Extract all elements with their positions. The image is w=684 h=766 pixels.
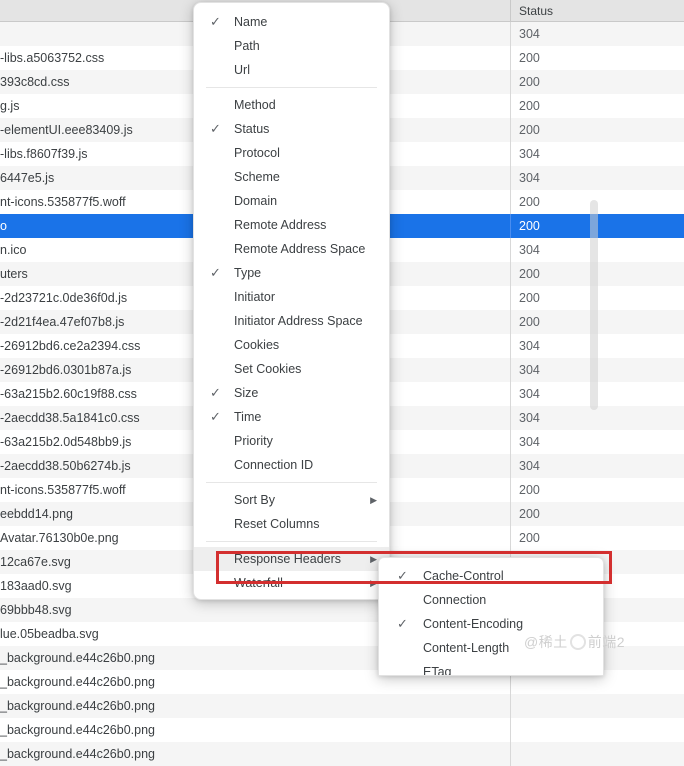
check-icon: ✓ — [397, 568, 408, 583]
cell-status: 200 — [510, 502, 684, 526]
menu-item-remote-address[interactable]: Remote Address — [194, 213, 389, 237]
cell-status: 200 — [510, 526, 684, 550]
submenu-item-connection[interactable]: Connection — [379, 588, 603, 612]
menu-item-priority[interactable]: Priority — [194, 429, 389, 453]
cell-status — [510, 742, 684, 766]
submenu-item-content-encoding[interactable]: ✓ Content-Encoding — [379, 612, 603, 636]
menu-item-label: Initiator — [234, 290, 275, 304]
cell-status — [510, 694, 684, 718]
menu-item-label: Sort By — [234, 493, 275, 507]
menu-separator — [206, 541, 377, 542]
cell-status: 304 — [510, 142, 684, 166]
check-icon: ✓ — [397, 616, 408, 631]
menu-item-initiator[interactable]: Initiator — [194, 285, 389, 309]
menu-item-label: Connection ID — [234, 458, 314, 472]
column-header-status[interactable]: Status — [510, 0, 684, 22]
cell-status — [510, 718, 684, 742]
cell-status: 304 — [510, 454, 684, 478]
cell-status: 304 — [510, 166, 684, 190]
menu-item-initiator-address-space[interactable]: Initiator Address Space — [194, 309, 389, 333]
submenu-item-cache-control[interactable]: ✓ Cache-Control — [379, 564, 603, 588]
menu-item-label: Domain — [234, 194, 278, 208]
table-row[interactable]: _background.e44c26b0.png — [0, 718, 684, 742]
cell-name: _background.e44c26b0.png — [0, 723, 155, 737]
cell-status: 200 — [510, 118, 684, 142]
cell-status: 200 — [510, 478, 684, 502]
submenu-item-label: Content-Encoding — [423, 617, 524, 631]
submenu-item-etag[interactable]: ETag — [379, 660, 603, 676]
menu-item-time[interactable]: ✓ Time — [194, 405, 389, 429]
menu-item-label: Reset Columns — [234, 517, 320, 531]
menu-item-label: Url — [234, 63, 250, 77]
menu-item-label: Remote Address Space — [234, 242, 366, 256]
check-icon: ✓ — [210, 409, 221, 424]
cell-status: 200 — [510, 46, 684, 70]
submenu-item-label: Cache-Control — [423, 569, 504, 583]
menu-item-response-headers[interactable]: Response Headers ▶ — [194, 547, 389, 571]
submenu-item-label: Connection — [423, 593, 487, 607]
menu-item-connection-id[interactable]: Connection ID — [194, 453, 389, 477]
cell-status: 304 — [510, 430, 684, 454]
menu-item-method[interactable]: Method — [194, 93, 389, 117]
menu-separator — [206, 87, 377, 88]
check-icon: ✓ — [210, 121, 221, 136]
menu-item-waterfall[interactable]: Waterfall ▶ — [194, 571, 389, 595]
check-icon: ✓ — [210, 385, 221, 400]
scrollbar-thumb[interactable] — [590, 200, 598, 410]
menu-item-label: Scheme — [234, 170, 280, 184]
menu-item-size[interactable]: ✓ Size — [194, 381, 389, 405]
chevron-right-icon: ▶ — [370, 495, 377, 505]
menu-item-label: Set Cookies — [234, 362, 302, 376]
cell-status: 200 — [510, 70, 684, 94]
menu-item-status[interactable]: ✓ Status — [194, 117, 389, 141]
menu-item-path[interactable]: Path — [194, 34, 389, 58]
menu-item-label: Initiator Address Space — [234, 314, 363, 328]
menu-item-sort-by[interactable]: Sort By ▶ — [194, 488, 389, 512]
menu-item-url[interactable]: Url — [194, 58, 389, 82]
menu-item-name[interactable]: ✓ Name — [194, 10, 389, 34]
menu-item-label: Response Headers — [234, 552, 342, 566]
response-headers-submenu[interactable]: ✓ Cache-Control Connection ✓ Content-Encodin… — [378, 557, 604, 676]
menu-item-label: Type — [234, 266, 262, 280]
menu-item-label: Name — [234, 15, 268, 29]
table-row[interactable]: _background.e44c26b0.png — [0, 694, 684, 718]
menu-item-label: Method — [234, 98, 276, 112]
menu-item-set-cookies[interactable]: Set Cookies — [194, 357, 389, 381]
menu-item-domain[interactable]: Domain — [194, 189, 389, 213]
vertical-scrollbar[interactable] — [590, 200, 598, 410]
menu-item-reset-columns[interactable]: Reset Columns — [194, 512, 389, 536]
menu-item-label: Protocol — [234, 146, 280, 160]
check-icon: ✓ — [210, 14, 221, 29]
menu-item-label: Cookies — [234, 338, 280, 352]
submenu-item-label: Content-Length — [423, 641, 510, 655]
cell-status: 304 — [510, 22, 684, 46]
cell-name: _background.e44c26b0.png — [0, 747, 155, 761]
cell-name: _background.e44c26b0.png — [0, 699, 155, 713]
menu-item-type[interactable]: ✓ Type — [194, 261, 389, 285]
table-row[interactable]: _background.e44c26b0.png — [0, 742, 684, 766]
menu-item-cookies[interactable]: Cookies — [194, 333, 389, 357]
menu-item-remote-address-space[interactable]: Remote Address Space — [194, 237, 389, 261]
menu-item-protocol[interactable]: Protocol — [194, 141, 389, 165]
cell-status: 200 — [510, 94, 684, 118]
chevron-right-icon: ▶ — [370, 578, 377, 588]
submenu-item-content-length[interactable]: Content-Length — [379, 636, 603, 660]
menu-item-label: Status — [234, 122, 270, 136]
menu-item-label: Remote Address — [234, 218, 327, 232]
submenu-item-label: ETag — [423, 665, 452, 676]
menu-separator — [206, 482, 377, 483]
menu-item-label: Waterfall — [234, 576, 283, 590]
chevron-right-icon: ▶ — [370, 554, 377, 564]
menu-item-label: Path — [234, 39, 260, 53]
menu-item-label: Priority — [234, 434, 273, 448]
menu-item-label: Time — [234, 410, 262, 424]
menu-item-scheme[interactable]: Scheme — [194, 165, 389, 189]
menu-item-label: Size — [234, 386, 259, 400]
column-context-menu[interactable]: ✓ Name Path Url Method ✓ Status Protocol Scheme D… — [193, 2, 390, 600]
check-icon: ✓ — [210, 265, 221, 280]
